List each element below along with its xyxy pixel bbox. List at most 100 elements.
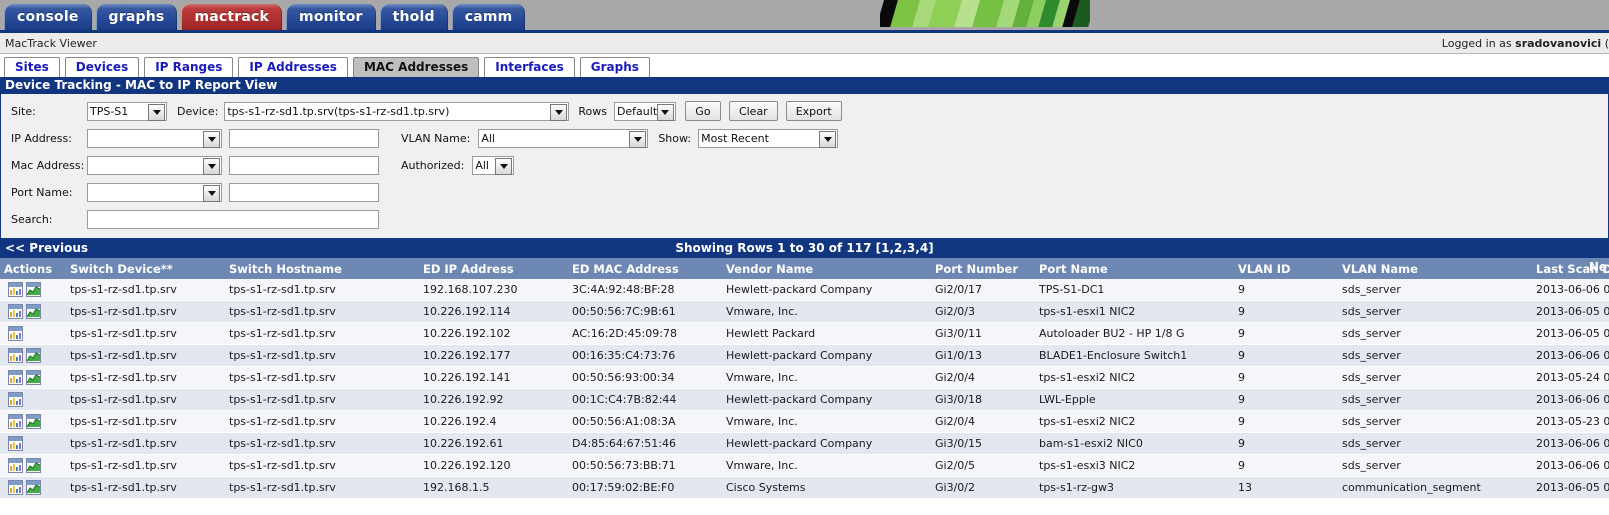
row-action-icons [4, 304, 66, 319]
rows-label: Rows [578, 104, 607, 118]
cell-switch-hostname: tps-s1-rz-sd1.tp.srv [225, 300, 419, 323]
authorized-select[interactable]: All [472, 155, 515, 175]
bar-chart-icon[interactable] [8, 282, 23, 297]
column-header-switch-device[interactable]: Switch Device** [66, 258, 225, 279]
cell-ed-mac-address: 00:17:59:02:BE:F0 [568, 476, 722, 499]
site-label: Site: [11, 104, 36, 118]
column-header-port-number[interactable]: Port Number [931, 258, 1035, 279]
device-select[interactable]: tps-s1-rz-sd1.tp.srv(tps-s1-rz-sd1.tp.sr… [224, 101, 570, 121]
area-graph-icon[interactable] [26, 348, 41, 363]
table-row[interactable]: tps-s1-rz-sd1.tp.srv tps-s1-rz-sd1.tp.srv… [0, 454, 1609, 477]
cell-vlan-id: 9 [1234, 366, 1338, 389]
cell-vlan-id: 9 [1234, 300, 1338, 323]
column-header-actions[interactable]: Actions [0, 258, 66, 279]
port-name-operator-select[interactable] [87, 182, 222, 202]
table-row[interactable]: tps-s1-rz-sd1.tp.srv tps-s1-rz-sd1.tp.srv… [0, 344, 1609, 367]
ip-address-input[interactable] [229, 128, 379, 148]
go-button[interactable]: Go [684, 101, 721, 121]
cell-actions [0, 344, 66, 367]
column-header-port-name[interactable]: Port Name [1035, 258, 1234, 279]
filter-row-search: Search: [1, 208, 1608, 230]
main-tab-graphs-label: graphs [108, 9, 165, 25]
cell-vendor-name: Vmware, Inc. [722, 454, 931, 477]
area-graph-icon[interactable] [26, 282, 41, 297]
main-tab-thold[interactable]: thold [379, 4, 448, 30]
subnav-item-mac-addresses[interactable]: MAC Addresses [352, 57, 480, 77]
main-tab-camm-label: camm [464, 9, 513, 25]
subnav-item-ip-ranges[interactable]: IP Ranges [144, 57, 234, 77]
cell-ed-mac-address: 3C:4A:92:48:BF:28 [568, 279, 722, 301]
showing-rows-status: Showing Rows 1 to 30 of 117 [1,2,3,4] [675, 241, 934, 255]
main-tab-camm[interactable]: camm [451, 4, 526, 30]
show-select[interactable]: Most Recent [698, 128, 839, 148]
filter-row-port-name: Port Name: [1, 181, 1608, 203]
table-row[interactable]: tps-s1-rz-sd1.tp.srv tps-s1-rz-sd1.tp.srv… [0, 322, 1609, 345]
site-select[interactable]: TPS-S1 [87, 101, 167, 121]
previous-page-link[interactable]: << Previous [5, 239, 88, 258]
table-row[interactable]: tps-s1-rz-sd1.tp.srv tps-s1-rz-sd1.tp.srv… [0, 300, 1609, 323]
port-name-input[interactable] [229, 182, 379, 202]
cell-last-scan-date: 2013-05-23 00:08:15 [1532, 410, 1609, 433]
authorized-label: Authorized: [401, 158, 465, 172]
subnav-item-sites[interactable]: Sites [4, 57, 60, 77]
bar-chart-icon[interactable] [8, 480, 23, 495]
bar-chart-icon[interactable] [8, 326, 23, 341]
area-graph-icon[interactable] [26, 414, 41, 429]
main-tab-console[interactable]: console [4, 4, 92, 30]
table-row[interactable]: tps-s1-rz-sd1.tp.srv tps-s1-rz-sd1.tp.srv… [0, 388, 1609, 411]
column-header-ed-ip-address[interactable]: ED IP Address [419, 258, 568, 279]
area-graph-icon[interactable] [26, 304, 41, 319]
table-row[interactable]: tps-s1-rz-sd1.tp.srv tps-s1-rz-sd1.tp.srv… [0, 279, 1609, 301]
table-row[interactable]: tps-s1-rz-sd1.tp.srv tps-s1-rz-sd1.tp.srv… [0, 432, 1609, 455]
column-header-vlan-id[interactable]: VLAN ID [1234, 258, 1338, 279]
ip-address-label: IP Address: [11, 131, 72, 145]
cell-last-scan-date: 2013-06-06 03:17:12 [1532, 454, 1609, 477]
cell-ed-ip-address: 192.168.107.230 [419, 279, 568, 301]
cell-port-name: TPS-S1-DC1 [1035, 279, 1234, 301]
subnav-item-devices[interactable]: Devices [64, 57, 140, 77]
column-header-vendor-name[interactable]: Vendor Name [722, 258, 931, 279]
bar-chart-icon[interactable] [8, 370, 23, 385]
bar-chart-icon[interactable] [8, 436, 23, 451]
show-label: Show: [658, 131, 692, 145]
mac-address-input[interactable] [229, 155, 379, 175]
export-button[interactable]: Export [785, 101, 842, 121]
clear-button[interactable]: Clear [728, 101, 778, 121]
column-header-ed-mac-address[interactable]: ED MAC Address [568, 258, 722, 279]
vlan-name-select[interactable]: All [478, 128, 649, 148]
main-tab-mactrack[interactable]: mactrack [181, 4, 283, 30]
bar-chart-icon[interactable] [8, 458, 23, 473]
paging-bar: << Previous Showing Rows 1 to 30 of 117 … [0, 239, 1609, 274]
column-header-switch-hostname[interactable]: Switch Hostname [225, 258, 419, 279]
bar-chart-icon[interactable] [8, 348, 23, 363]
main-tab-graphs[interactable]: graphs [95, 4, 178, 30]
column-header-vlan-name[interactable]: VLAN Name [1338, 258, 1532, 279]
ip-address-operator-select[interactable] [87, 128, 222, 148]
table-row[interactable]: tps-s1-rz-sd1.tp.srv tps-s1-rz-sd1.tp.srv… [0, 410, 1609, 433]
cell-switch-device: tps-s1-rz-sd1.tp.srv [66, 410, 225, 433]
search-input[interactable] [87, 209, 379, 229]
mac-address-operator-select[interactable] [87, 155, 222, 175]
row-action-icons [4, 480, 66, 495]
table-row[interactable]: tps-s1-rz-sd1.tp.srv tps-s1-rz-sd1.tp.srv… [0, 476, 1609, 499]
area-graph-icon[interactable] [26, 370, 41, 385]
port-name-label: Port Name: [11, 185, 73, 199]
cell-vlan-name: communication_segment [1338, 476, 1532, 499]
table-row[interactable]: tps-s1-rz-sd1.tp.srv tps-s1-rz-sd1.tp.srv… [0, 366, 1609, 389]
subnav-item-graphs[interactable]: Graphs [579, 57, 650, 77]
rows-select[interactable]: Default [613, 101, 676, 121]
bar-chart-icon[interactable] [8, 414, 23, 429]
cell-actions [0, 300, 66, 323]
login-username[interactable]: sradovanovici [1515, 37, 1601, 50]
area-graph-icon[interactable] [26, 480, 41, 495]
bar-chart-icon[interactable] [8, 304, 23, 319]
cell-last-scan-date: 2013-06-06 07:21:13 [1532, 432, 1609, 455]
area-graph-icon[interactable] [26, 458, 41, 473]
next-page-link[interactable]: Ne [1589, 258, 1607, 277]
cell-ed-mac-address: AC:16:2D:45:09:78 [568, 322, 722, 345]
main-tab-monitor[interactable]: monitor [286, 4, 376, 30]
login-prefix: Logged in as [1441, 36, 1516, 50]
bar-chart-icon[interactable] [8, 392, 23, 407]
subnav-item-interfaces[interactable]: Interfaces [484, 57, 575, 77]
subnav-item-ip-addresses[interactable]: IP Addresses [238, 57, 348, 77]
